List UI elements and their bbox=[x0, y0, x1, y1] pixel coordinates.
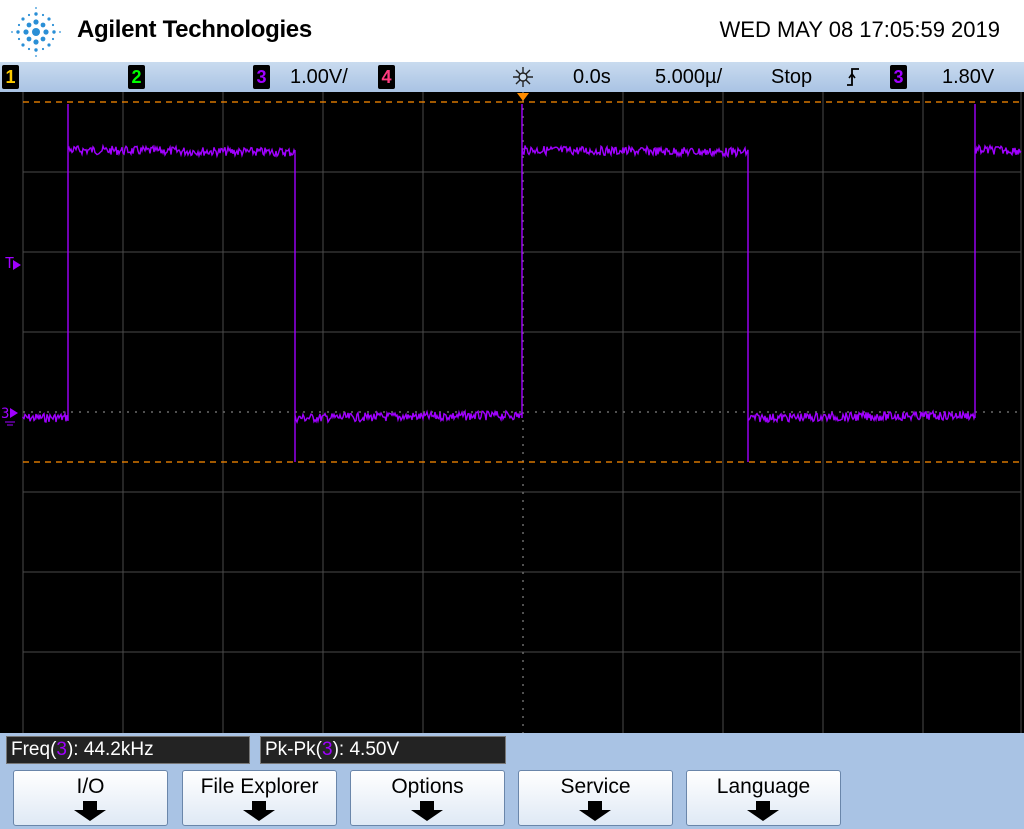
waveform-display[interactable]: T 3 bbox=[0, 92, 1024, 733]
down-arrow-icon bbox=[243, 801, 275, 821]
down-arrow-icon bbox=[411, 801, 443, 821]
frequency-measurement[interactable]: Freq(3): 44.2kHz bbox=[6, 736, 250, 764]
run-state[interactable]: Stop bbox=[771, 65, 812, 89]
agilent-spark-logo-icon bbox=[11, 7, 61, 57]
measurement-bar: Freq(3): 44.2kHz Pk-Pk(3): 4.50V bbox=[0, 733, 1024, 767]
channel-3-scale[interactable]: 1.00V/ bbox=[290, 65, 348, 89]
down-arrow-icon bbox=[747, 801, 779, 821]
waveform-graticule: T 3 bbox=[1, 92, 1022, 733]
peak-to-peak-measurement[interactable]: Pk-Pk(3): 4.50V bbox=[260, 736, 506, 764]
io-button[interactable]: I/O bbox=[13, 770, 168, 826]
softkey-bar: I/O File Explorer Options Service Langua… bbox=[0, 767, 1024, 829]
peak-to-peak-value: 4.50V bbox=[349, 739, 400, 760]
channel-1-button[interactable]: 1 bbox=[2, 65, 19, 89]
file-explorer-button[interactable]: File Explorer bbox=[182, 770, 337, 826]
time-position[interactable]: 0.0s bbox=[573, 65, 611, 89]
rising-edge-icon bbox=[847, 68, 859, 86]
down-arrow-icon bbox=[74, 801, 106, 821]
trigger-source-channel[interactable]: 3 bbox=[890, 65, 907, 89]
channel-3-ground-marker[interactable]: 3 bbox=[1, 406, 9, 422]
brand-name: Agilent Technologies bbox=[77, 16, 312, 43]
channel-3-button[interactable]: 3 bbox=[253, 65, 270, 89]
down-arrow-icon bbox=[579, 801, 611, 821]
trace-path bbox=[22, 104, 1022, 462]
service-button[interactable]: Service bbox=[518, 770, 673, 826]
options-button[interactable]: Options bbox=[350, 770, 505, 826]
acquisition-icon bbox=[513, 67, 533, 87]
trigger-position-marker[interactable] bbox=[517, 93, 529, 101]
channel-3-trace bbox=[22, 104, 1022, 462]
trigger-level-marker[interactable]: T bbox=[5, 254, 14, 272]
status-bar: 1 2 3 1.00V/ 4 0.0s 5.000µ/ Stop 3 1.80V bbox=[0, 62, 1024, 92]
trigger-level[interactable]: 1.80V bbox=[942, 65, 994, 89]
channel-2-button[interactable]: 2 bbox=[128, 65, 145, 89]
time-scale[interactable]: 5.000µ/ bbox=[655, 65, 722, 89]
language-button[interactable]: Language bbox=[686, 770, 841, 826]
frequency-value: 44.2kHz bbox=[83, 739, 154, 760]
channel-4-button[interactable]: 4 bbox=[378, 65, 395, 89]
date-time: WED MAY 08 17:05:59 2019 bbox=[719, 17, 1000, 42]
header: Agilent Technologies WED MAY 08 17:05:59… bbox=[0, 0, 1024, 62]
